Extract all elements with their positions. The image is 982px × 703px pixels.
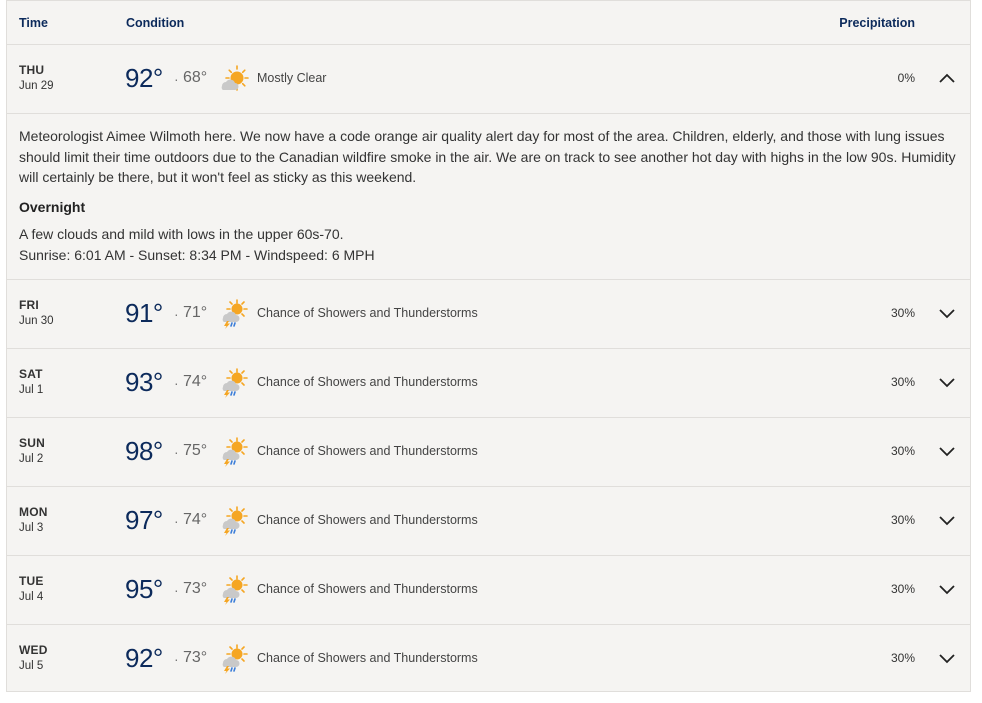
temp-separator: · — [174, 513, 179, 529]
day-name: TUE — [19, 574, 44, 588]
condition-text: Chance of Showers and Thunderstorms — [257, 306, 478, 320]
header-precipitation: Precipitation — [839, 15, 915, 30]
temp-separator: · — [174, 651, 179, 667]
high-temp: 91° — [125, 298, 163, 328]
day-name: MON — [19, 505, 48, 519]
thunderstorm-icon — [218, 437, 250, 467]
precip-value: 30% — [890, 582, 915, 596]
forecast-row[interactable]: TUE Jul 4 95° · 73° Chance of Showers an… — [7, 556, 970, 625]
forecast-table: Time Condition Precipitation THU Jun 29 … — [6, 0, 971, 692]
forecast-row[interactable]: SAT Jul 1 93° · 74° Chance of Showers an… — [7, 349, 970, 418]
precip-value: 30% — [890, 375, 915, 389]
condition-text: Chance of Showers and Thunderstorms — [257, 444, 478, 458]
chevron-down-icon[interactable] — [938, 513, 956, 527]
forecast-row-expanded: THU Jun 29 92° · 68° Mostly Clear 0% Met… — [7, 45, 970, 280]
condition-text: Chance of Showers and Thunderstorms — [257, 375, 478, 389]
thunderstorm-icon — [218, 368, 250, 398]
day-date: Jul 1 — [19, 384, 44, 396]
condition-text: Chance of Showers and Thunderstorms — [257, 513, 478, 527]
thunderstorm-icon — [218, 506, 250, 536]
condition-text: Chance of Showers and Thunderstorms — [257, 651, 478, 665]
forecast-row[interactable]: MON Jul 3 97° · 74° Chance of Showers an… — [7, 487, 970, 556]
condition-text: Chance of Showers and Thunderstorms — [257, 582, 478, 596]
chevron-down-icon[interactable] — [938, 651, 956, 665]
overnight-title: Overnight — [19, 198, 86, 215]
forecast-row[interactable]: SUN Jul 2 98° · 75° Chance of Showers an… — [7, 418, 970, 487]
forecast-details: Meteorologist Aimee Wilmoth here. We now… — [7, 114, 970, 279]
high-temp: 98° — [125, 436, 163, 466]
day-name: SUN — [19, 436, 45, 450]
day-date: Jul 2 — [19, 453, 44, 465]
thunderstorm-icon — [218, 299, 250, 329]
header-time: Time — [19, 15, 48, 30]
day-date: Jun 30 — [19, 315, 54, 327]
forecast-row-summary[interactable]: THU Jun 29 92° · 68° Mostly Clear 0% — [7, 45, 970, 114]
precip-value: 30% — [890, 651, 915, 665]
thunderstorm-icon — [218, 644, 250, 674]
low-temp: 68° — [183, 69, 208, 86]
high-temp: 93° — [125, 367, 163, 397]
header-condition: Condition — [126, 15, 185, 30]
chevron-down-icon[interactable] — [938, 306, 956, 320]
day-date: Jul 3 — [19, 522, 44, 534]
sun-info: Sunrise: 6:01 AM - Sunset: 8:34 PM - Win… — [19, 246, 375, 263]
chevron-down-icon[interactable] — [938, 444, 956, 458]
temp-separator: · — [174, 375, 179, 391]
overnight-text: A few clouds and mild with lows in the u… — [19, 226, 344, 242]
forecast-header: Time Condition Precipitation — [7, 1, 970, 45]
low-temp: 73° — [183, 649, 208, 666]
chevron-down-icon[interactable] — [938, 582, 956, 596]
chevron-up-icon[interactable] — [938, 71, 956, 85]
forecast-row[interactable]: FRI Jun 30 91° · 71° Chance of Showers a… — [7, 280, 970, 349]
low-temp: 75° — [183, 442, 208, 459]
forecast-description: Meteorologist Aimee Wilmoth here. We now… — [19, 128, 956, 185]
precip-value: 30% — [890, 444, 915, 458]
low-temp: 74° — [183, 373, 208, 390]
forecast-row[interactable]: WED Jul 5 92° · 73° Chance of Showers an… — [7, 625, 970, 694]
high-temp: 97° — [125, 505, 163, 535]
temp-separator: · — [174, 444, 179, 460]
day-date: Jul 5 — [19, 660, 44, 672]
day-name: WED — [19, 643, 48, 657]
day-name: FRI — [19, 298, 39, 312]
temp-separator: · — [174, 582, 179, 598]
temp-separator: · — [174, 71, 179, 87]
day-name: THU — [19, 63, 45, 77]
day-name: SAT — [19, 367, 43, 381]
high-temp: 92° — [125, 643, 163, 673]
day-date: Jul 4 — [19, 591, 44, 603]
day-date: Jun 29 — [19, 80, 54, 92]
high-temp: 92° — [125, 63, 163, 93]
precip-value: 30% — [890, 306, 915, 320]
condition-text: Mostly Clear — [257, 71, 327, 85]
high-temp: 95° — [125, 574, 163, 604]
thunderstorm-icon — [218, 575, 250, 605]
chevron-down-icon[interactable] — [938, 375, 956, 389]
sun-cloud-icon — [218, 64, 250, 94]
low-temp: 74° — [183, 511, 208, 528]
low-temp: 71° — [183, 304, 208, 321]
precip-value: 0% — [897, 71, 915, 85]
precip-value: 30% — [890, 513, 915, 527]
low-temp: 73° — [183, 580, 208, 597]
temp-separator: · — [174, 306, 179, 322]
